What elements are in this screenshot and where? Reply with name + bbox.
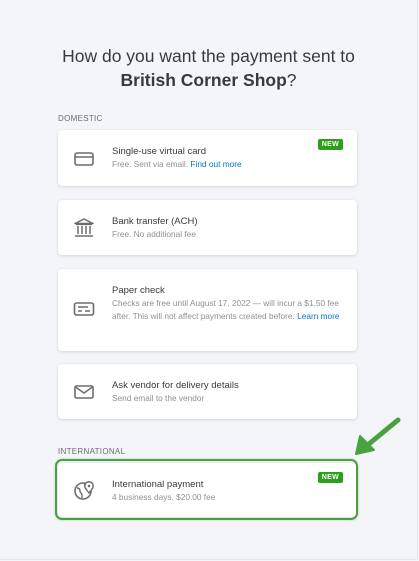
title-suffix: ? xyxy=(286,70,297,90)
section-label-domestic: DOMESTIC xyxy=(58,114,103,123)
option-description: Free. Sent via email. Find out more xyxy=(112,158,343,171)
new-badge: NEW xyxy=(317,139,343,150)
option-description: Send email to the vendor xyxy=(112,393,205,403)
option-text: Bank transfer (ACH) Free. No additional … xyxy=(112,215,343,241)
credit-card-icon xyxy=(73,148,95,170)
option-description: Checks are free until August 17, 2022 — … xyxy=(112,297,343,322)
option-name: Bank transfer (ACH) xyxy=(112,216,198,227)
option-paper-check[interactable]: Paper check Checks are free until August… xyxy=(58,269,357,351)
option-virtual-card[interactable]: Single-use virtual card Free. Sent via e… xyxy=(58,130,357,186)
option-text: Ask vendor for delivery details Send ema… xyxy=(112,379,343,405)
page-title: How do you want the payment sent to Brit… xyxy=(0,44,417,92)
option-bank-transfer[interactable]: Bank transfer (ACH) Free. No additional … xyxy=(58,200,357,255)
learn-more-link[interactable]: Learn more xyxy=(297,311,339,321)
option-name: Paper check xyxy=(112,285,165,296)
vendor-name: British Corner Shop xyxy=(120,70,287,90)
title-line-2: British Corner Shop? xyxy=(0,68,417,92)
envelope-icon xyxy=(73,381,95,403)
option-description: Free. No additional fee xyxy=(112,229,196,239)
option-ask-vendor[interactable]: Ask vendor for delivery details Send ema… xyxy=(58,364,357,419)
find-out-more-link[interactable]: Find out more xyxy=(190,159,241,169)
option-name: Single-use virtual card xyxy=(112,146,206,157)
pointer-arrow-icon xyxy=(355,417,401,455)
option-text: Single-use virtual card Free. Sent via e… xyxy=(112,145,343,171)
section-label-international: INTERNATIONAL xyxy=(58,447,126,456)
option-name: Ask vendor for delivery details xyxy=(112,380,239,391)
title-line-1: How do you want the payment sent to xyxy=(62,46,355,66)
bank-icon xyxy=(73,217,95,239)
payment-method-page: How do you want the payment sent to Brit… xyxy=(0,0,418,560)
check-icon xyxy=(73,298,95,320)
highlight-outline xyxy=(55,459,358,520)
option-text: Paper check Checks are free until August… xyxy=(112,284,343,322)
option-desc-text: Free. Sent via email. xyxy=(112,159,189,169)
